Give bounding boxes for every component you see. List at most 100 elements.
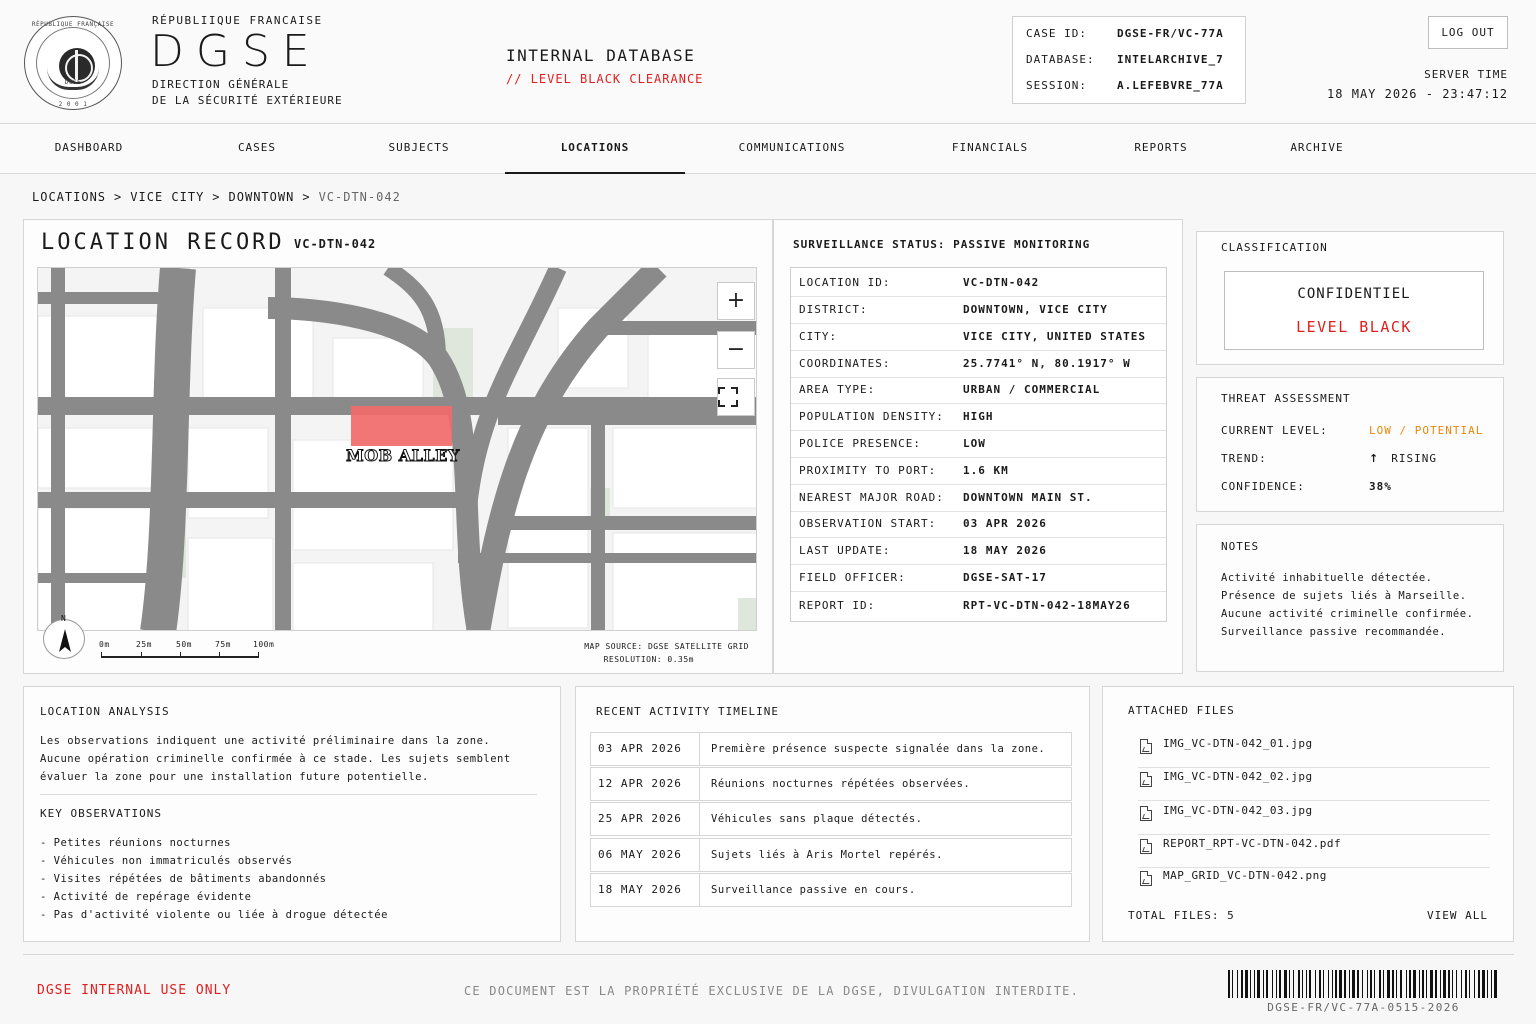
file-item[interactable]: REPORT_RPT-VC-DTN-042.pdf (1138, 836, 1490, 868)
direction-line-2: DE LA SÉCURITÉ EXTÉRIEURE (152, 94, 343, 107)
threat-current-value: LOW / POTENTIAL (1369, 424, 1484, 437)
logout-button[interactable]: LOG OUT (1428, 16, 1508, 49)
barcode-text: DGSE-FR/VC-77A-0515-2026 (1267, 1001, 1460, 1014)
scale-label: 25m (136, 640, 152, 649)
timeline-row: 12 APR 2026 Réunions nocturnes répétées o… (590, 767, 1072, 801)
table-row: CITY: VICE CITY, UNITED STATES (791, 324, 1166, 351)
barcode-icon (1228, 970, 1497, 998)
image-file-icon (1140, 806, 1152, 821)
zoom-in-button[interactable]: + (717, 282, 755, 320)
note-line: Surveillance passive recommandée. (1221, 626, 1447, 638)
row-value: URBAN / COMMERCIAL (963, 383, 1101, 396)
breadcrumb-downtown[interactable]: DOWNTOWN (229, 190, 295, 204)
mob-alley-marker[interactable] (351, 406, 452, 446)
scale-label: 50m (176, 640, 192, 649)
table-row: DISTRICT: DOWNTOWN, VICE CITY (791, 297, 1166, 324)
breadcrumb-locations[interactable]: LOCATIONS (32, 190, 106, 204)
north-arrow-icon (59, 629, 71, 652)
note-line: Aucune activité criminelle confirmée. (1221, 608, 1474, 620)
seal-year: 2 0 0 1 (58, 101, 88, 108)
server-time-value: 18 MAY 2026 - 23:47:12 (1327, 87, 1508, 101)
mob-alley-label: MOB ALLEY (346, 446, 460, 466)
file-name: MAP_GRID_VC-DTN-042.png (1163, 869, 1327, 882)
table-row: FIELD OFFICER: DGSE-SAT-17 (791, 565, 1166, 592)
threat-trend-row: TREND: ↑ RISING (1221, 452, 1436, 465)
session-value: A.LEFEBVRE_77A (1117, 79, 1224, 92)
observation-item: - Activité de repérage évidente (40, 891, 252, 903)
row-label: REPORT ID: (799, 599, 876, 612)
main-nav: DASHBOARD CASES SUBJECTS LOCATIONS COMMU… (0, 124, 1536, 174)
row-value: VICE CITY, UNITED STATES (963, 330, 1146, 343)
threat-current-label: CURRENT LEVEL: (1221, 424, 1328, 437)
timeline-date: 03 APR 2026 (598, 742, 682, 755)
row-value: 1.6 KM (963, 464, 1009, 477)
row-value: HIGH (963, 410, 994, 423)
row-label: PROXIMITY TO PORT: (799, 464, 937, 477)
row-label: COORDINATES: (799, 357, 891, 370)
row-label: POPULATION DENSITY: (799, 410, 944, 423)
timeline-text: Première présence suspecte signalée dans… (711, 743, 1046, 755)
file-item[interactable]: IMG_VC-DTN-042_02.jpg (1138, 769, 1490, 801)
location-record-title: LOCATION RECORD (41, 230, 285, 255)
timeline-row: 06 MAY 2026 Sujets liés à Aris Mortel rep… (590, 838, 1072, 872)
analysis-line: Aucune opération criminelle confirmée à … (40, 753, 511, 765)
divider (40, 794, 537, 795)
database-title: INTERNAL DATABASE (506, 46, 696, 65)
map-scale-bar (101, 652, 259, 658)
case-id-row: CASE ID: DGSE-FR/VC-77A (1026, 27, 1224, 40)
row-value: 18 MAY 2026 (963, 544, 1047, 557)
fullscreen-button[interactable] (717, 378, 755, 416)
tab-dashboard[interactable]: DASHBOARD (24, 124, 154, 174)
observation-item: - Visites répétées de bâtiments abandonn… (40, 873, 327, 885)
file-name: REPORT_RPT-VC-DTN-042.pdf (1163, 837, 1342, 850)
file-item[interactable]: MAP_GRID_VC-DTN-042.png (1138, 868, 1490, 900)
threat-current-row: CURRENT LEVEL: LOW / POTENTIAL (1221, 424, 1482, 437)
timeline-text: Réunions nocturnes répétées observées. (711, 778, 971, 790)
location-map[interactable]: MOB ALLEY + − (37, 267, 757, 631)
activity-timeline-title: RECENT ACTIVITY TIMELINE (596, 705, 779, 718)
property-notice: CE DOCUMENT EST LA PROPRIÉTÉ EXCLUSIVE D… (464, 984, 1079, 998)
breadcrumb-current: VC-DTN-042 (318, 190, 401, 204)
surveillance-table: LOCATION ID: VC-DTN-042 DISTRICT: DOWNTOWN… (790, 267, 1167, 622)
north-label: N (61, 614, 66, 623)
row-label: LAST UPDATE: (799, 544, 891, 557)
location-record-id: VC-DTN-042 (294, 237, 377, 251)
observation-item: - Pas d'activité violente ou liée à drog… (40, 909, 388, 921)
file-item[interactable]: IMG_VC-DTN-042_03.jpg (1138, 803, 1490, 835)
zoom-out-button[interactable]: − (717, 331, 755, 369)
tab-financials[interactable]: FINANCIALS (925, 124, 1055, 174)
row-label: AREA TYPE: (799, 383, 876, 396)
row-label: OBSERVATION START: (799, 517, 937, 530)
image-file-icon (1140, 772, 1152, 787)
tab-cases[interactable]: CASES (192, 124, 322, 174)
document-file-icon (1140, 839, 1152, 854)
threat-confidence-label: CONFIDENCE: (1221, 480, 1305, 493)
surveillance-status-title: SURVEILLANCE STATUS: PASSIVE MONITORING (793, 238, 1091, 251)
threat-assessment-title: THREAT ASSESSMENT (1221, 392, 1351, 405)
tab-communications[interactable]: COMMUNICATIONS (712, 124, 872, 174)
breadcrumb: LOCATIONS > VICE CITY > DOWNTOWN > VC-DTN-042 (32, 190, 401, 204)
file-name: IMG_VC-DTN-042_01.jpg (1163, 737, 1313, 750)
breadcrumb-vice-city[interactable]: VICE CITY (130, 190, 204, 204)
table-row: LOCATION ID: VC-DTN-042 (791, 270, 1166, 297)
view-all-link[interactable]: VIEW ALL (1420, 909, 1488, 922)
note-line: Présence de sujets liés à Marseille. (1221, 590, 1467, 602)
classification-level: LEVEL BLACK (1296, 318, 1412, 336)
classification-confidentiel: CONFIDENTIEL (1297, 286, 1411, 302)
tab-reports[interactable]: REPORTS (1096, 124, 1226, 174)
row-value: DGSE-SAT-17 (963, 571, 1047, 584)
row-label: LOCATION ID: (799, 276, 891, 289)
breadcrumb-separator: > (114, 190, 123, 204)
scale-label: 100m (253, 640, 275, 649)
case-id-label: CASE ID: (1026, 27, 1087, 40)
table-row: REPORT ID: RPT-VC-DTN-042-18MAY26 (791, 593, 1166, 620)
tab-locations[interactable]: LOCATIONS (505, 124, 685, 174)
tab-archive[interactable]: ARCHIVE (1252, 124, 1382, 174)
tab-subjects[interactable]: SUBJECTS (354, 124, 484, 174)
notes-title: NOTES (1221, 540, 1260, 553)
timeline-date: 06 MAY 2026 (598, 848, 682, 861)
file-item[interactable]: IMG_VC-DTN-042_01.jpg (1138, 736, 1490, 768)
location-analysis-title: LOCATION ANALYSIS (40, 705, 170, 718)
file-name: IMG_VC-DTN-042_03.jpg (1163, 804, 1313, 817)
scale-label: 75m (215, 640, 231, 649)
